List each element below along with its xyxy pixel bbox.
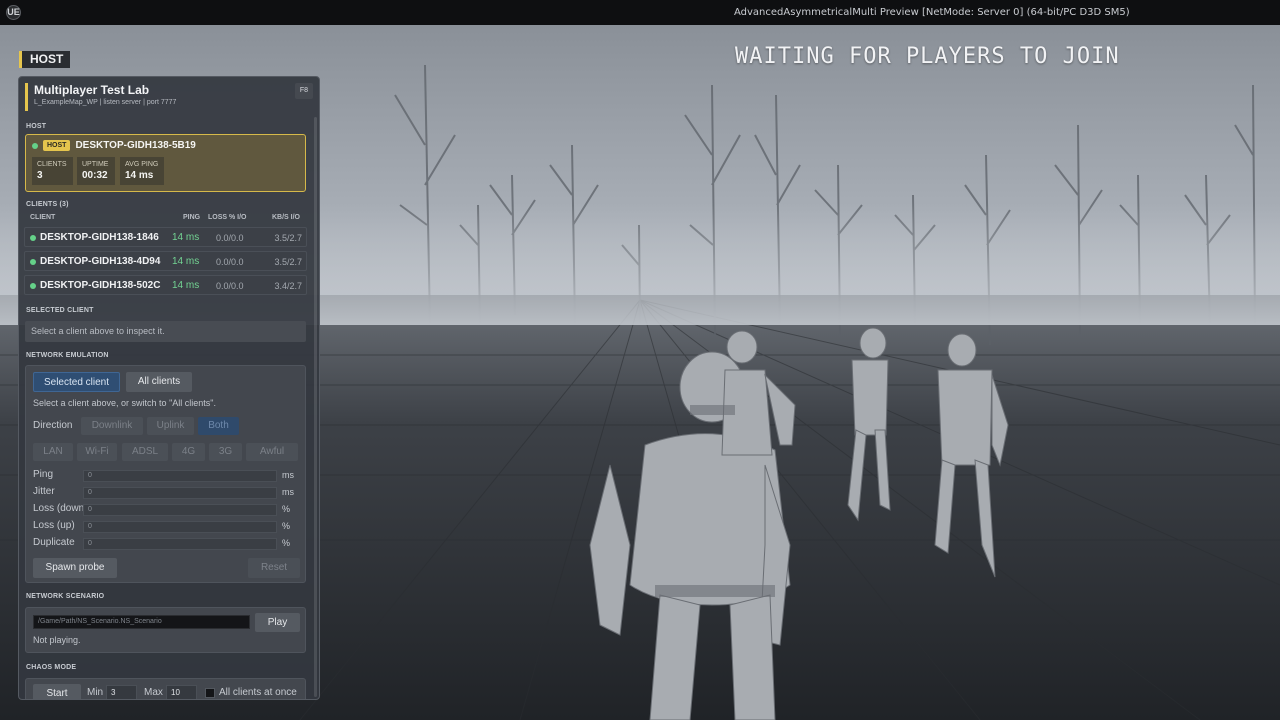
preset-3g-button[interactable]: 3G	[209, 443, 242, 461]
chaos-min-label: Min	[87, 687, 104, 698]
duplicate-input[interactable]: 0	[83, 538, 277, 550]
scenario-path-input[interactable]: /Game/Path/NS_Scenario.NS_Scenario	[33, 615, 250, 629]
waiting-for-players-banner: WAITING FOR PLAYERS TO JOIN	[735, 44, 1120, 69]
tab-selected-client[interactable]: Selected client	[33, 372, 120, 392]
chaos-min-input[interactable]: 3	[106, 685, 137, 699]
panel-header: Multiplayer Test Lab L_ExampleMap_WP | l…	[25, 83, 315, 111]
scenario-play-button[interactable]: Play	[255, 613, 300, 632]
duplicate-unit: %	[282, 538, 291, 548]
stat-label: AVG PING	[125, 161, 159, 168]
client-status-dot-icon	[30, 283, 36, 289]
stat-value: 3	[37, 170, 43, 181]
emulation-hint: Select a client above, or switch to "All…	[33, 398, 216, 408]
loss-up-unit: %	[282, 521, 291, 531]
col-kbs: KB/S I/O	[272, 214, 301, 221]
network-scenario-heading: NETWORK SCENARIO	[26, 593, 105, 600]
panel-title: Multiplayer Test Lab	[34, 83, 150, 97]
client-name: DESKTOP-GIDH138-502C	[40, 280, 161, 291]
preset-wifi-button[interactable]: Wi-Fi	[77, 443, 117, 461]
col-ping: PING	[183, 214, 201, 221]
all-clients-checkbox[interactable]	[205, 688, 215, 698]
stat-label: CLIENTS	[37, 161, 67, 168]
col-loss: LOSS % I/O	[208, 214, 247, 221]
chaos-max-input[interactable]: 10	[166, 685, 197, 699]
toggle-hotkey-badge[interactable]: F8	[295, 83, 313, 99]
direction-both-button[interactable]: Both	[198, 417, 239, 435]
client-status-dot-icon	[30, 235, 36, 241]
client-name: DESKTOP-GIDH138-1846	[40, 232, 159, 243]
client-kbs: 3.4/2.7	[274, 281, 302, 291]
host-section-heading: HOST	[26, 123, 47, 130]
client-status-dot-icon	[30, 259, 36, 265]
panel-scrollbar[interactable]	[314, 117, 317, 697]
tab-all-clients[interactable]: All clients	[126, 372, 192, 392]
loss-down-unit: %	[282, 504, 291, 514]
client-kbs: 3.5/2.7	[274, 233, 302, 243]
direction-uplink-button[interactable]: Uplink	[147, 417, 194, 435]
ping-unit: ms	[282, 470, 294, 480]
col-client: CLIENT	[30, 214, 56, 221]
client-row[interactable]: DESKTOP-GIDH138-502C 14 ms 0.0/0.0 3.4/2…	[24, 275, 307, 295]
ping-label: Ping	[33, 469, 54, 480]
loss-up-label: Loss (up)	[33, 520, 75, 531]
ping-input[interactable]: 0	[83, 470, 277, 482]
selected-client-heading: SELECTED CLIENT	[26, 307, 94, 314]
preset-adsl-button[interactable]: ADSL	[122, 443, 168, 461]
host-card: HOST DESKTOP-GIDH138-5B19 CLIENTS 3 UPTI…	[25, 134, 306, 192]
stat-value: 00:32	[82, 170, 108, 181]
client-kbs: 3.5/2.7	[274, 257, 302, 267]
network-emulation-box: Selected client All clients Select a cli…	[25, 365, 306, 583]
preset-awful-button[interactable]: Awful	[246, 443, 298, 461]
chaos-max-label: Max	[144, 687, 163, 698]
scenario-status: Not playing.	[33, 635, 81, 645]
stat-clients: CLIENTS 3	[32, 157, 73, 185]
selected-client-placeholder: Select a client above to inspect it.	[25, 321, 306, 342]
title-bar: UE AdvancedAsymmetricalMulti Preview [Ne…	[0, 0, 1280, 25]
unreal-logo-icon: UE	[6, 5, 21, 20]
all-clients-label: All clients at once	[219, 687, 297, 698]
network-emulation-heading: NETWORK EMULATION	[26, 352, 109, 359]
panel-subtitle: L_ExampleMap_WP | listen server | port 7…	[34, 99, 177, 106]
stat-label: UPTIME	[82, 161, 109, 168]
client-loss: 0.0/0.0	[216, 281, 244, 291]
stat-avg-ping: AVG PING 14 ms	[120, 157, 164, 185]
stat-uptime: UPTIME 00:32	[77, 157, 115, 185]
host-name: DESKTOP-GIDH138-5B19	[75, 140, 196, 151]
duplicate-label: Duplicate	[33, 537, 75, 548]
client-name: DESKTOP-GIDH138-4D94	[40, 256, 161, 267]
client-row[interactable]: DESKTOP-GIDH138-4D94 14 ms 0.0/0.0 3.5/2…	[24, 251, 307, 271]
spawn-probe-button[interactable]: Spawn probe	[33, 558, 117, 578]
client-row[interactable]: DESKTOP-GIDH138-1846 14 ms 0.0/0.0 3.5/2…	[24, 227, 307, 247]
jitter-input[interactable]: 0	[83, 487, 277, 499]
window-title: AdvancedAsymmetricalMulti Preview [NetMo…	[734, 7, 1130, 18]
reset-button[interactable]: Reset	[248, 558, 300, 578]
clients-section-heading: CLIENTS (3)	[26, 201, 69, 208]
stat-value: 14 ms	[125, 170, 154, 181]
jitter-unit: ms	[282, 487, 294, 497]
client-loss: 0.0/0.0	[216, 257, 244, 267]
client-loss: 0.0/0.0	[216, 233, 244, 243]
loss-down-label: Loss (down	[33, 503, 85, 514]
multiplayer-test-lab-panel: Multiplayer Test Lab L_ExampleMap_WP | l…	[18, 76, 320, 700]
host-role-tag: HOST	[19, 51, 71, 68]
preset-4g-button[interactable]: 4G	[172, 443, 205, 461]
network-scenario-box: /Game/Path/NS_Scenario.NS_Scenario Play …	[25, 607, 306, 653]
jitter-label: Jitter	[33, 486, 55, 497]
client-ping: 14 ms	[172, 256, 200, 267]
host-badge: HOST	[43, 140, 71, 151]
host-status-dot-icon	[32, 142, 38, 149]
direction-label: Direction	[33, 420, 73, 431]
loss-up-input[interactable]: 0	[83, 521, 277, 533]
client-ping: 14 ms	[172, 280, 200, 291]
chaos-mode-box: Start Min 3 Max 10 All clients at once	[25, 678, 306, 699]
chaos-start-button[interactable]: Start	[33, 684, 81, 699]
direction-downlink-button[interactable]: Downlink	[81, 417, 143, 435]
client-ping: 14 ms	[172, 232, 200, 243]
chaos-mode-heading: CHAOS MODE	[26, 664, 77, 671]
loss-down-input[interactable]: 0	[83, 504, 277, 516]
preset-lan-button[interactable]: LAN	[33, 443, 73, 461]
